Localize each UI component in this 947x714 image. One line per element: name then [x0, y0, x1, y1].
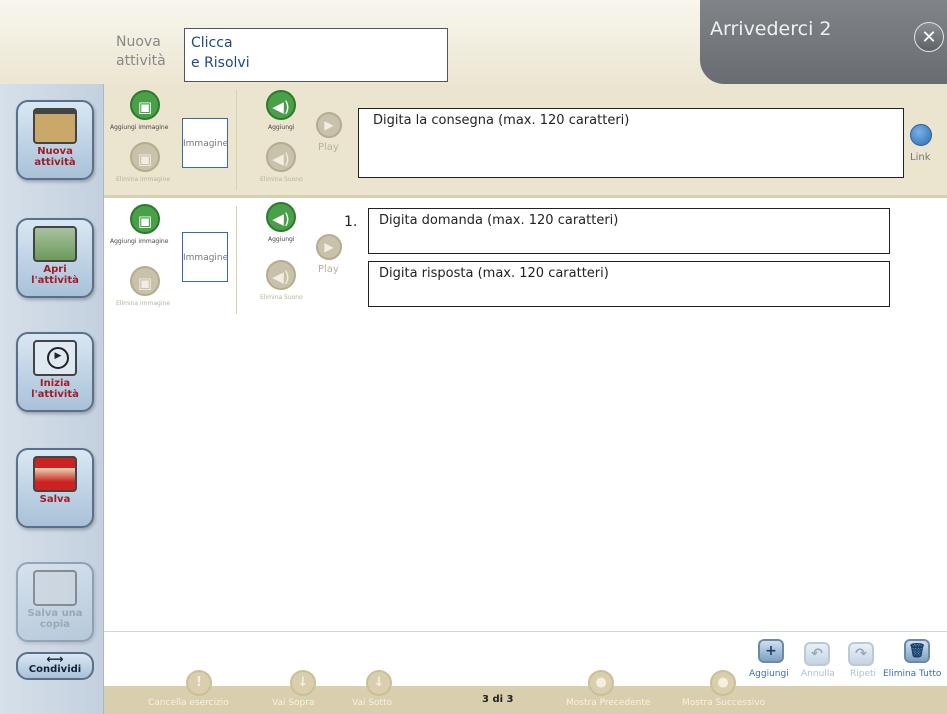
save-copy-label: Salva una copia [27, 608, 83, 630]
show-next-icon[interactable]: ● [710, 670, 736, 696]
add-image-label: Aggiungi immagine [110, 238, 169, 245]
new-activity-label: Nuova attività [34, 146, 76, 168]
delete-all-label: Elimina Tutto [883, 669, 942, 679]
remove-image-label: Elimina immagine [116, 176, 171, 183]
play-icon [33, 340, 77, 376]
add-sound-icon[interactable]: ◀) [266, 90, 296, 120]
add-label: Aggiungi [749, 669, 789, 679]
page-indicator: 3 di 3 [482, 694, 514, 705]
link-label: Link [910, 152, 931, 163]
remove-sound-icon[interactable]: ◀) [266, 142, 296, 172]
play-label: Play [318, 264, 339, 275]
image-placeholder[interactable]: Immagine [182, 232, 228, 282]
divider [236, 206, 237, 314]
copy-icon [33, 570, 77, 606]
header: Nuova attività Clicca e Risolvi Arrivede… [0, 0, 947, 84]
add-sound-label: Aggiungi [268, 236, 295, 243]
open-activity-label: Apri l'attività [31, 264, 79, 286]
share-icon: ⟷ [46, 652, 64, 666]
add-image-label: Aggiungi immagine [110, 124, 169, 131]
show-next-label: Mostra Successivo [682, 698, 766, 708]
remove-image-icon[interactable]: ▣ [130, 266, 160, 296]
question-number: 1. [344, 214, 358, 230]
undo-icon[interactable]: ↶ [804, 642, 830, 666]
delete-exercise-icon[interactable]: ! [186, 670, 212, 696]
add-sound-label: Aggiungi [268, 124, 295, 131]
open-folder-icon [33, 226, 77, 262]
move-up-label: Vai Sopra [272, 698, 315, 708]
app-title: Arrivederci 2 [710, 18, 832, 40]
new-activity-button[interactable]: Nuova attività [16, 100, 94, 180]
add-image-icon[interactable]: ▣ [130, 90, 160, 120]
new-activity-label: Nuova attività [116, 34, 166, 69]
close-button[interactable]: ✕ [914, 22, 944, 52]
question-row: ▣ Aggiungi immagine ▣ Elimina immagine I… [104, 198, 947, 316]
start-activity-label: Inizia l'attività [31, 378, 79, 400]
instruction-row: ▣ Aggiungi immagine ▣ Elimina immagine I… [104, 84, 947, 198]
divider [236, 90, 237, 190]
show-previous-label: Mostra Precedente [566, 698, 651, 708]
show-previous-icon[interactable]: ● [588, 670, 614, 696]
undo-label: Annulla [801, 669, 835, 679]
share-label: Condividi [28, 664, 82, 675]
trash-icon[interactable]: 🗑 [904, 639, 930, 663]
globe-icon[interactable] [910, 124, 932, 146]
remove-image-label: Elimina immagine [116, 300, 171, 307]
remove-image-icon[interactable]: ▣ [130, 142, 160, 172]
folder-icon [33, 108, 77, 144]
save-label: Salva [39, 494, 71, 505]
save-copy-button[interactable]: Salva una copia [16, 562, 94, 642]
bottom-bar: ! Cancella esercizio ↓ Vai Sopra ↓ Vai S… [104, 670, 947, 714]
instruction-text-field[interactable]: Digita la consegna (max. 120 caratteri) [358, 108, 904, 178]
remove-sound-label: Elimina Suono [260, 294, 303, 301]
remove-sound-icon[interactable]: ◀) [266, 260, 296, 290]
add-icon[interactable]: + [758, 639, 784, 663]
play-label: Play [318, 142, 339, 153]
bottom-divider [104, 631, 947, 632]
image-placeholder[interactable]: Immagine [182, 118, 228, 168]
question-text-field[interactable]: Digita domanda (max. 120 caratteri) [368, 208, 890, 254]
title-line-2: e Risolvi [191, 55, 250, 71]
move-down-icon[interactable]: ↓ [366, 670, 392, 696]
add-sound-icon[interactable]: ◀) [266, 202, 296, 232]
save-icon [33, 456, 77, 492]
sidebar: Nuova attività Apri l'attività Inizia l'… [0, 84, 104, 714]
start-activity-button[interactable]: Inizia l'attività [16, 332, 94, 412]
redo-icon[interactable]: ↷ [848, 642, 874, 666]
redo-label: Ripeti [850, 669, 877, 679]
share-button[interactable]: ⟷ Condividi [16, 652, 94, 680]
move-up-icon[interactable]: ↓ [290, 670, 316, 696]
move-down-label: Vai Sotto [352, 698, 393, 708]
save-button[interactable]: Salva [16, 448, 94, 528]
header-title-panel: Arrivederci 2 ✕ [700, 0, 947, 84]
play-icon[interactable]: ▶ [316, 234, 342, 260]
answer-text-field[interactable]: Digita risposta (max. 120 caratteri) [368, 261, 890, 307]
add-image-icon[interactable]: ▣ [130, 204, 160, 234]
play-icon[interactable]: ▶ [316, 112, 342, 138]
title-line-1: Clicca [191, 35, 233, 51]
delete-exercise-label: Cancella esercizio [148, 698, 229, 708]
remove-sound-label: Elimina Suono [260, 176, 303, 183]
open-activity-button[interactable]: Apri l'attività [16, 218, 94, 298]
activity-title-field[interactable]: Clicca e Risolvi [184, 28, 448, 82]
